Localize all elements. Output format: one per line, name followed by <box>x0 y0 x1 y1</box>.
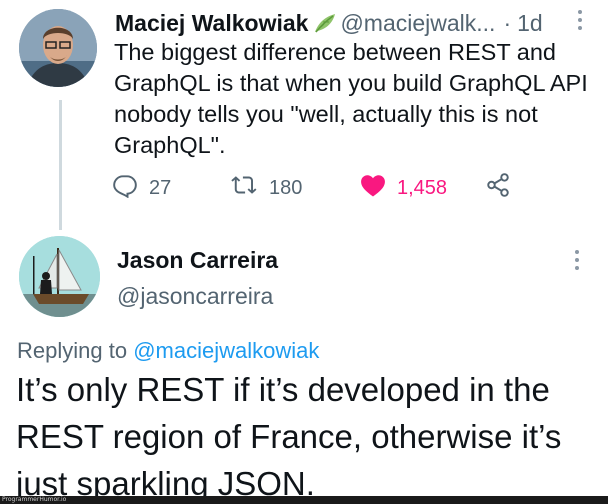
tweet-text: The biggest difference between REST and … <box>114 39 588 158</box>
thread-connector-line <box>59 100 62 230</box>
heart-icon <box>360 173 386 203</box>
like-button[interactable]: 1,458 <box>360 173 447 203</box>
reply-button[interactable]: 27 <box>112 173 171 203</box>
author-handle[interactable]: @maciejwalk... <box>340 10 495 36</box>
avatar[interactable] <box>19 236 100 317</box>
tweet-header: Maciej Walkowiak @maciejwalk... · 1d <box>115 6 600 40</box>
retweet-icon <box>230 172 258 204</box>
more-options-icon[interactable] <box>574 8 586 34</box>
avatar[interactable] <box>19 9 97 87</box>
share-button[interactable] <box>485 173 511 203</box>
author-name[interactable]: Jason Carreira <box>117 245 278 275</box>
reply-count: 27 <box>149 176 172 199</box>
author-handle[interactable]: @jasoncarreira <box>117 281 273 311</box>
timestamp[interactable]: 1d <box>517 10 543 36</box>
watermark: ProgrammerHumor.io <box>2 496 67 503</box>
tweet-text: It’s only REST if it’s developed in the … <box>16 371 562 502</box>
footer-bar <box>0 496 608 504</box>
reply-icon <box>112 172 138 204</box>
replying-to: Replying to @maciejwalkowiak <box>17 336 319 366</box>
retweet-count: 180 <box>269 176 303 199</box>
retweet-button[interactable]: 180 <box>230 173 302 203</box>
author-name[interactable]: Maciej Walkowiak <box>115 10 308 36</box>
more-options-icon[interactable] <box>571 248 583 274</box>
like-count: 1,458 <box>397 176 448 199</box>
replying-label: Replying to <box>17 338 128 363</box>
share-icon <box>485 172 511 204</box>
mention-link[interactable]: @maciejwalkowiak <box>133 338 319 363</box>
separator-dot: · <box>503 10 512 36</box>
tweet-actions: 27 180 1,458 <box>112 173 532 203</box>
